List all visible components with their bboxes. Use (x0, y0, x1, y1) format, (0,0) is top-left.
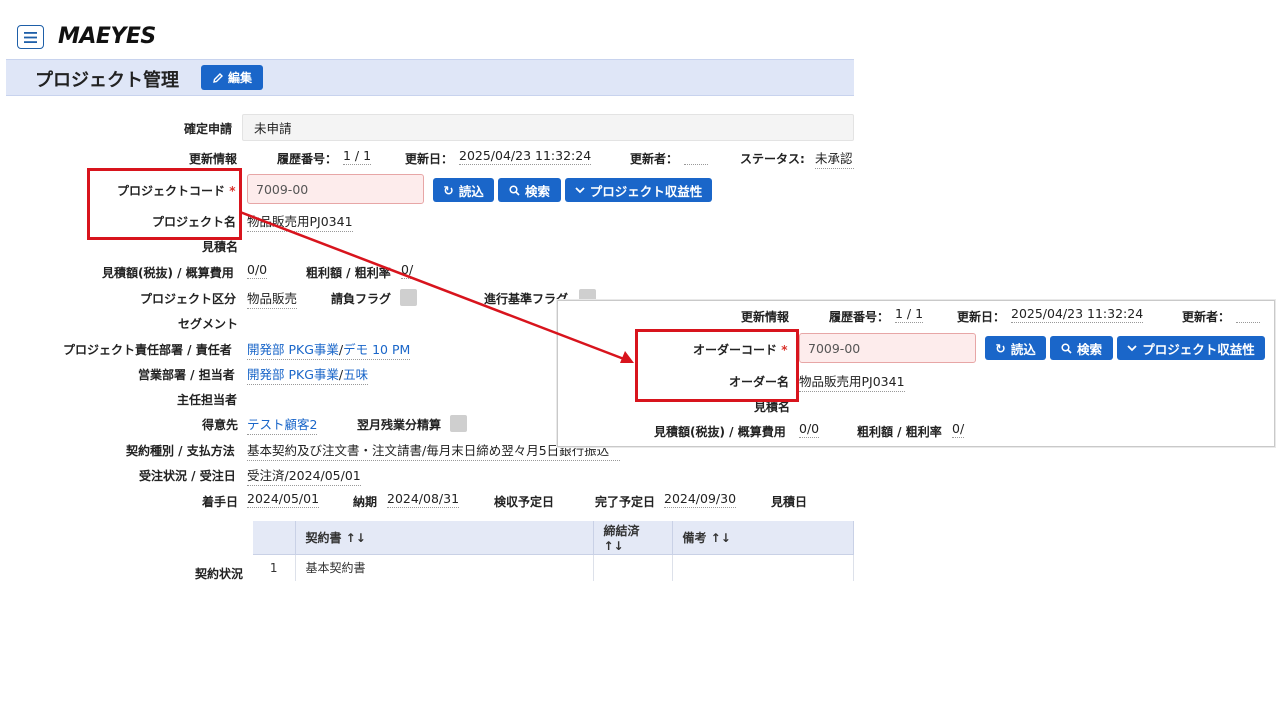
annotation-arrow (239, 210, 634, 363)
